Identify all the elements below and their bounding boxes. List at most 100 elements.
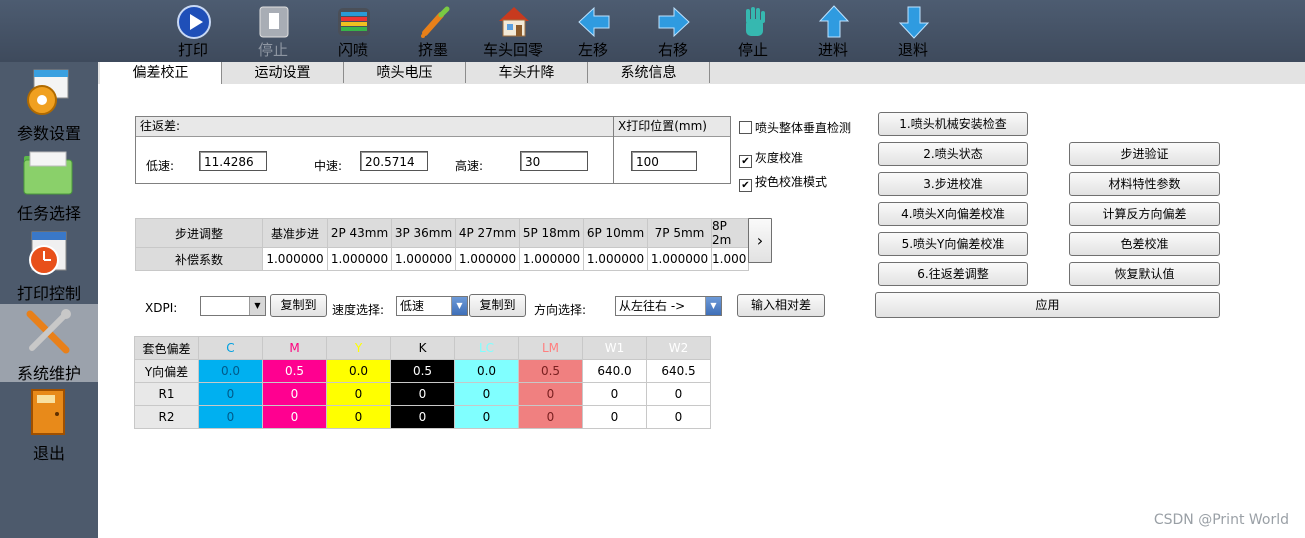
stop-motion-label: 停止 xyxy=(737,41,768,59)
tab-motion-settings[interactable]: 运动设置 xyxy=(222,62,344,83)
low-speed-input[interactable]: 11.4286 xyxy=(199,151,267,171)
chevron-down-icon: ▼ xyxy=(451,297,467,315)
table-cell[interactable]: 0 xyxy=(390,382,455,406)
home-carriage-button[interactable]: 车头回零 xyxy=(481,2,545,60)
table-cell[interactable]: 1.000000 xyxy=(519,247,584,271)
table-cell[interactable]: 0.5 xyxy=(390,359,455,383)
x-print-position-input[interactable]: 100 xyxy=(631,151,697,171)
feed-in-button[interactable]: 进料 xyxy=(801,2,865,60)
step-calibration-button[interactable]: 3.步进校准 xyxy=(878,172,1028,196)
nozzle-install-check-button[interactable]: 1.喷头机械安装检查 xyxy=(878,112,1028,136)
feed-out-button[interactable]: 退料 xyxy=(881,2,945,60)
feed-out-label: 退料 xyxy=(897,41,928,59)
stop-motion-button[interactable]: 停止 xyxy=(721,2,785,60)
table-cell[interactable]: 0 xyxy=(198,405,263,429)
color-offset-table: 套色偏差 C M Y K LC LM W1 W2 Y向偏差 0.0 0.5 0.… xyxy=(134,336,711,429)
flash-spray-label: 闪喷 xyxy=(337,41,368,59)
table-row-header: R1 xyxy=(134,382,199,406)
mid-speed-input[interactable]: 20.5714 xyxy=(360,151,428,171)
input-relative-offset-button[interactable]: 输入相对差 xyxy=(737,294,825,317)
direction-select[interactable]: 从左往右 -> ▼ xyxy=(615,296,722,316)
table-cell[interactable]: 0 xyxy=(390,405,455,429)
copy-speed-button[interactable]: 复制到 xyxy=(469,294,526,317)
speed-select-value: 低速 xyxy=(400,299,425,313)
per-color-calibration-check[interactable]: ✔ 按色校准模式 xyxy=(739,174,827,192)
table-cell[interactable]: 0 xyxy=(198,382,263,406)
nozzle-status-button[interactable]: 2.喷头状态 xyxy=(878,142,1028,166)
scroll-right-button[interactable]: › xyxy=(748,218,772,263)
table-cell[interactable]: 640.5 xyxy=(646,359,711,383)
move-right-button[interactable]: 右移 xyxy=(641,2,705,60)
sidebar-item-label: 任务选择 xyxy=(16,204,81,223)
speed-select-label: 速度选择: xyxy=(332,303,385,317)
table-cell[interactable]: 0 xyxy=(326,405,391,429)
home-icon xyxy=(499,7,529,37)
table-cell[interactable]: 1.000 xyxy=(711,247,749,271)
nozzle-vertical-check[interactable]: 喷头整体垂直检测 xyxy=(739,120,851,136)
table-cell[interactable]: 0.0 xyxy=(326,359,391,383)
table-header-cell: 4P 27mm xyxy=(455,218,520,248)
flash-spray-button[interactable]: 闪喷 xyxy=(321,2,385,60)
table-cell[interactable]: 0 xyxy=(518,405,583,429)
squeeze-ink-button[interactable]: 挤墨 xyxy=(401,2,465,60)
tab-nozzle-voltage[interactable]: 喷头电压 xyxy=(344,62,466,83)
nozzle-y-offset-button[interactable]: 5.喷头Y向偏差校准 xyxy=(878,232,1028,256)
bidirectional-adjust-button[interactable]: 6.往返差调整 xyxy=(878,262,1028,286)
table-cell[interactable]: 0 xyxy=(454,405,519,429)
sidebar-item-task-select[interactable]: 任务选择 xyxy=(0,144,98,223)
sidebar-item-exit[interactable]: 退出 xyxy=(0,384,98,463)
table-header-cell: W1 xyxy=(582,336,647,360)
move-left-button[interactable]: 左移 xyxy=(561,2,625,60)
table-cell[interactable]: 1.000000 xyxy=(262,247,328,271)
tab-carriage-lift[interactable]: 车头升降 xyxy=(466,62,588,83)
table-cell[interactable]: 1.000000 xyxy=(583,247,648,271)
stop-print-label: 停止 xyxy=(257,41,288,59)
exit-door-icon xyxy=(31,389,65,435)
squeeze-ink-label: 挤墨 xyxy=(417,41,448,59)
color-difference-calibration-button[interactable]: 色差校准 xyxy=(1069,232,1220,256)
restore-defaults-button[interactable]: 恢复默认值 xyxy=(1069,262,1220,286)
step-verify-button[interactable]: 步进验证 xyxy=(1069,142,1220,166)
table-cell[interactable]: 0 xyxy=(454,382,519,406)
high-speed-input[interactable]: 30 xyxy=(520,151,588,171)
table-cell[interactable]: 1.000000 xyxy=(391,247,456,271)
stop-print-button[interactable]: 停止 xyxy=(241,2,305,60)
table-cell[interactable]: 0 xyxy=(262,382,327,406)
table-cell[interactable]: 0.0 xyxy=(454,359,519,383)
material-params-button[interactable]: 材料特性参数 xyxy=(1069,172,1220,196)
table-cell[interactable]: 0 xyxy=(646,382,711,406)
speed-select[interactable]: 低速 ▼ xyxy=(396,296,468,316)
table-cell[interactable]: 640.0 xyxy=(582,359,647,383)
apply-button[interactable]: 应用 xyxy=(875,292,1220,318)
table-cell[interactable]: 0.5 xyxy=(518,359,583,383)
grayscale-calibration-check[interactable]: ✔ 灰度校准 xyxy=(739,150,803,168)
checkmark-icon: ✔ xyxy=(739,179,752,192)
table-cell[interactable]: 0.5 xyxy=(262,359,327,383)
sidebar-item-label: 参数设置 xyxy=(16,124,81,143)
sidebar-item-system-maintenance[interactable]: 系统维护 xyxy=(0,304,98,383)
table-cell[interactable]: 0.0 xyxy=(198,359,263,383)
table-cell[interactable]: 0 xyxy=(262,405,327,429)
table-header-cell: W2 xyxy=(646,336,711,360)
sidebar-item-parameter-settings[interactable]: 参数设置 xyxy=(0,64,98,143)
nozzle-x-offset-button[interactable]: 4.喷头X向偏差校准 xyxy=(878,202,1028,226)
tab-system-info[interactable]: 系统信息 xyxy=(588,62,710,83)
sidebar-item-print-control[interactable]: 打印控制 xyxy=(0,224,98,303)
xdpi-select[interactable]: ▼ xyxy=(200,296,266,316)
table-cell[interactable]: 1.000000 xyxy=(327,247,392,271)
tab-offset-calibration[interactable]: 偏差校正 xyxy=(100,62,222,84)
sidebar-item-label: 打印控制 xyxy=(16,284,81,303)
table-cell[interactable]: 0 xyxy=(518,382,583,406)
compute-reverse-offset-button[interactable]: 计算反方向偏差 xyxy=(1069,202,1220,226)
table-cell[interactable]: 0 xyxy=(646,405,711,429)
print-button[interactable]: 打印 xyxy=(161,2,225,60)
table-cell[interactable]: 1.000000 xyxy=(647,247,712,271)
table-cell[interactable]: 1.000000 xyxy=(455,247,520,271)
arrow-right-icon xyxy=(658,6,690,38)
table-cell[interactable]: 0 xyxy=(582,382,647,406)
hand-stop-icon xyxy=(746,7,765,36)
table-cell[interactable]: 0 xyxy=(582,405,647,429)
table-header-cell: K xyxy=(390,336,455,360)
copy-xdpi-button[interactable]: 复制到 xyxy=(270,294,327,317)
table-cell[interactable]: 0 xyxy=(326,382,391,406)
